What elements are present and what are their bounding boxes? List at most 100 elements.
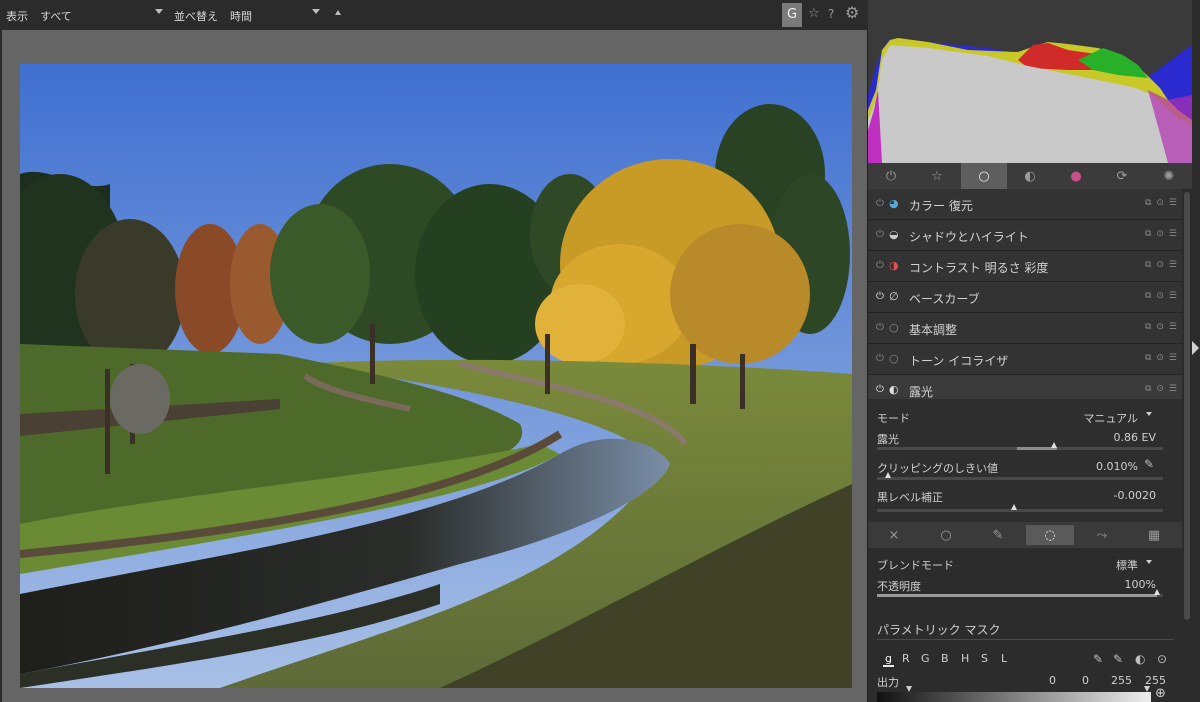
opacity-value: 100% [1124,578,1156,591]
module-tone-equalizer[interactable]: ⏻ ○ トーン イコライザ ⧉⊙☰ [868,344,1182,375]
blend-mode-dropdown-icon[interactable] [1146,560,1152,564]
black-level-slider-handle[interactable] [1011,504,1017,510]
tab-color[interactable]: ● [1053,163,1099,189]
mask-uniform-button[interactable]: ○ [922,525,970,545]
help-icon[interactable]: ? [828,7,834,21]
channel-tab-r[interactable]: R [902,652,910,665]
exposure-slider[interactable] [877,442,1163,450]
parametric-icon: ◌ [1044,527,1056,543]
output-value-1: 0 [1049,674,1056,687]
module-actions-icon[interactable]: ⧉⊙☰ [1145,322,1182,332]
output-label: 出力 [877,676,899,689]
blending-section: ブレンドモード 標準 不透明度 100% パラメトリック マスク [868,548,1182,702]
module-label: コントラスト 明るさ 彩度 [909,261,1049,275]
output-gradient-slider[interactable] [877,692,1151,702]
histogram[interactable] [868,0,1192,163]
module-shadows-highlights[interactable]: ⏻ ◒ シャドウとハイライト ⧉⊙☰ [868,220,1182,251]
collapse-panel-icon[interactable] [1192,341,1199,355]
power-icon: ⏻ [885,168,897,184]
panel-scrollbar[interactable] [1184,192,1190,620]
grouping-button[interactable]: G [782,3,802,27]
blend-mode-select[interactable]: 標準 [1116,557,1138,573]
star-icon: ☆ [931,168,943,184]
clipping-slider[interactable] [877,472,1163,480]
module-contrast-brightness-saturation[interactable]: ⏻ ◑ コントラスト 明るさ 彩度 ⧉⊙☰ [868,251,1182,282]
module-actions-icon[interactable]: ⧉⊙☰ [1145,260,1182,270]
clipping-slider-handle[interactable] [885,472,891,478]
module-power-icon[interactable]: ⏻ [876,322,884,333]
module-actions-icon[interactable]: ⧉⊙☰ [1145,198,1182,208]
module-tone-equalizer-icon: ○ [889,352,899,365]
module-actions-icon[interactable]: ⧉⊙☰ [1145,229,1182,239]
black-level-slider[interactable] [877,504,1163,512]
sort-dropdown-icon[interactable] [312,9,320,14]
color-picker-icon[interactable]: ✎ [1144,457,1154,471]
module-base-curve-icon: ∅ [889,290,899,303]
module-shadows-highlights-icon: ◒ [889,228,899,241]
module-color-reconstruction-icon: ◕ [889,197,899,210]
image-viewer[interactable] [2,30,867,702]
module-power-icon[interactable]: ⏻ [876,353,884,364]
module-base-curve[interactable]: ⏻ ∅ ベースカーブ ⧉⊙☰ [868,282,1182,313]
tab-favorites[interactable]: ☆ [914,163,960,189]
mode-dropdown-icon[interactable] [1146,412,1152,416]
circle-icon: ○ [978,168,990,184]
mask-off-button[interactable]: × [870,525,918,545]
module-power-icon[interactable]: ⏻ [876,384,884,395]
mode-select[interactable]: マニュアル [1083,410,1138,426]
module-group-tabs: ⏻ ☆ ○ ◐ ● ⟳ ✺ [868,163,1192,189]
module-label: 露光 [909,385,934,399]
tab-basic[interactable]: ○ [961,163,1007,189]
tab-effect[interactable]: ✺ [1146,163,1192,189]
mask-drawn-parametric-button[interactable]: ⤳ [1078,525,1126,545]
channel-tab-h[interactable]: H [961,652,969,665]
color-wheel-icon: ● [1070,168,1082,184]
module-basic-adjustments[interactable]: ⏻ ○ 基本調整 ⧉⊙☰ [868,313,1182,344]
gear-icon[interactable]: ⚙ [845,3,859,22]
module-color-reconstruction[interactable]: ⏻ ◕ カラー 復元 ⧉⊙☰ [868,189,1182,220]
add-icon[interactable]: ⊕ [1155,686,1166,701]
module-power-icon[interactable]: ⏻ [876,198,884,209]
mask-parametric-button[interactable]: ◌ [1026,525,1074,545]
mask-drawn-button[interactable]: ✎ [974,525,1022,545]
photo-park-scene [20,64,852,688]
channel-tab-s[interactable]: S [981,652,988,665]
tab-correct[interactable]: ⟳ [1099,163,1145,189]
star-icon[interactable]: ☆ [808,6,820,21]
reset-icon[interactable]: ⊙ [1157,652,1167,666]
blend-mode-label: ブレンドモード [877,559,954,572]
clipping-label: クリッピングのしきい値 [877,462,998,475]
module-exposure-icon: ◐ [889,383,899,396]
sort-label: 並べ替え [174,10,218,23]
opacity-slider[interactable] [877,589,1163,597]
right-panel: ⏻ ☆ ○ ◐ ● ⟳ ✺ ⏻ ◕ カラー 復元 ⧉⊙☰ ⏻ ◒ シャドウとハイ… [868,0,1200,702]
module-label: 基本調整 [909,323,958,337]
channel-tab-g-green[interactable]: G [921,652,930,665]
module-actions-icon[interactable]: ⧉⊙☰ [1145,353,1182,363]
output-slider-handle-right[interactable] [1144,686,1150,692]
opacity-slider-fill [877,594,1157,597]
opacity-slider-handle[interactable] [1154,589,1160,595]
view-filter-select[interactable]: すべて [40,8,72,24]
channel-tab-b[interactable]: B [941,652,949,665]
tab-tone[interactable]: ◐ [1007,163,1053,189]
output-slider-handle-left[interactable] [906,686,912,692]
channel-tab-g[interactable]: g [883,652,894,667]
exposure-slider-handle[interactable] [1051,442,1057,448]
sort-select[interactable]: 時間 [230,8,252,24]
view-filter-dropdown-icon[interactable] [155,9,163,14]
mask-raster-button[interactable]: ▦ [1130,525,1178,545]
sort-order-icon[interactable] [335,10,341,15]
module-actions-icon[interactable]: ⧉⊙☰ [1145,384,1182,394]
module-label: ベースカーブ [909,292,980,306]
channel-tab-l[interactable]: L [1001,652,1007,665]
module-power-icon[interactable]: ⏻ [876,229,884,240]
tab-active-modules[interactable]: ⏻ [868,163,914,189]
invert-icon[interactable]: ◐ [1135,652,1145,666]
color-picker-icon[interactable]: ✎ [1093,652,1103,666]
module-power-icon[interactable]: ⏻ [876,260,884,271]
correct-icon: ⟳ [1116,168,1128,184]
color-picker-area-icon[interactable]: ✎ [1113,652,1123,666]
module-actions-icon[interactable]: ⧉⊙☰ [1145,291,1182,301]
module-power-icon[interactable]: ⏻ [876,291,884,302]
